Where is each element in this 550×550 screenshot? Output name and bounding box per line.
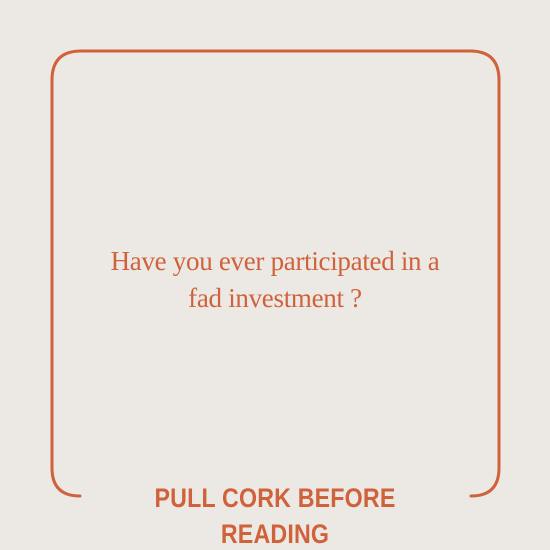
pull-cork-instruction: PULL CORK BEFORE READING (154, 483, 396, 549)
question-text: Have you ever participated in a fad inve… (60, 243, 490, 317)
question-line-1: Have you ever participated in a (110, 246, 440, 276)
question-card: Have you ever participated in a fad inve… (0, 0, 550, 550)
question-line-2: fad investment ? (188, 283, 362, 313)
